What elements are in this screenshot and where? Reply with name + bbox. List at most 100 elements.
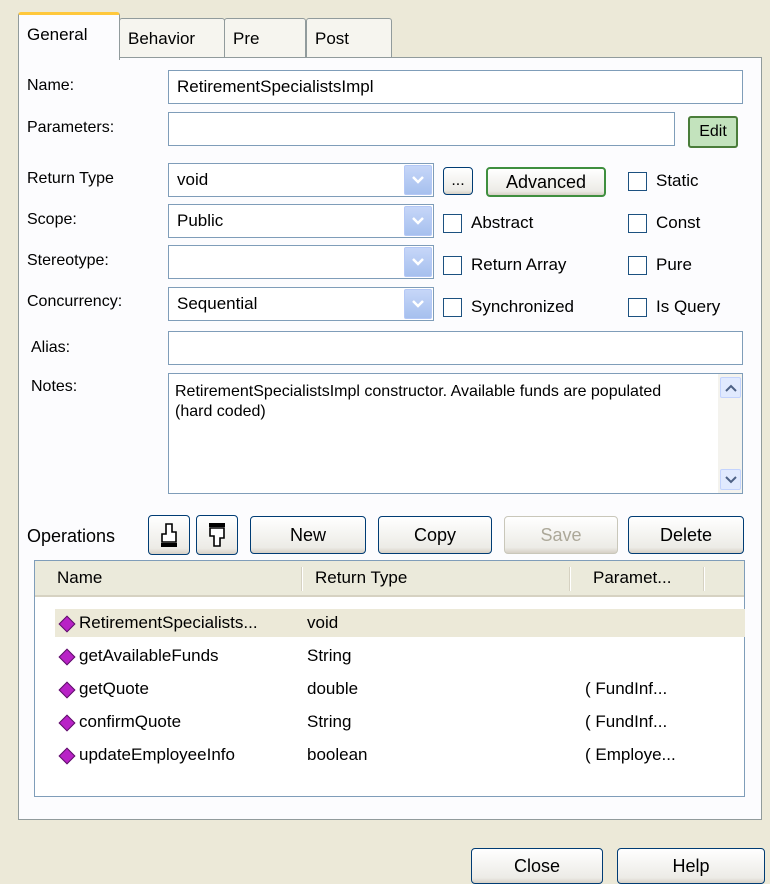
name-label: Name:	[27, 77, 75, 94]
scroll-down-button[interactable]	[720, 469, 741, 490]
delete-operation-button[interactable]: Delete	[628, 516, 744, 554]
row-return-type: double	[307, 679, 359, 698]
browse-return-type-button[interactable]: ...	[443, 167, 473, 195]
chevron-down-icon	[412, 258, 424, 266]
scope-dropdown-button[interactable]	[404, 206, 432, 236]
stereotype-combo[interactable]	[168, 245, 434, 279]
parameters-field[interactable]	[168, 112, 675, 146]
alias-label: Alias:	[31, 339, 71, 356]
is-query-label: Is Query	[656, 297, 721, 316]
row-return-type: boolean	[307, 745, 368, 764]
const-checkbox[interactable]	[628, 214, 647, 233]
copy-operation-button[interactable]: Copy	[378, 516, 492, 554]
row-return-type: void	[307, 613, 339, 632]
close-button[interactable]: Close	[471, 848, 603, 884]
row-name: RetirementSpecialists...	[79, 613, 258, 632]
operations-list[interactable]: Name Return Type Paramet... RetirementSp…	[34, 560, 745, 797]
synchronized-checkbox[interactable]	[443, 298, 462, 317]
stereotype-dropdown-button[interactable]	[404, 247, 432, 277]
tab-pre-label: Pre	[233, 29, 260, 48]
table-row[interactable]: RetirementSpecialists... void	[55, 609, 745, 637]
abstract-label: Abstract	[471, 213, 534, 232]
return-type-label: Return Type	[27, 170, 114, 187]
table-row[interactable]: confirmQuote String ( FundInf...	[55, 708, 745, 736]
return-array-label: Return Array	[471, 255, 567, 274]
notes-label: Notes:	[31, 378, 78, 395]
table-row[interactable]: getQuote double ( FundInf...	[55, 675, 745, 703]
chevron-down-icon	[412, 300, 424, 308]
operation-diamond-icon	[58, 648, 76, 666]
operation-diamond-icon	[58, 714, 76, 732]
notes-scrollbar[interactable]	[718, 374, 742, 493]
row-parameters: ( FundInf...	[585, 679, 668, 698]
tab-behavior-label: Behavior	[128, 29, 196, 48]
abstract-checkbox[interactable]	[443, 214, 462, 233]
operation-diamond-icon	[58, 615, 76, 633]
scroll-up-button[interactable]	[720, 377, 741, 398]
move-down-button[interactable]	[196, 515, 238, 555]
hand-up-icon	[161, 523, 177, 547]
alias-field[interactable]	[168, 331, 743, 365]
row-parameters: ( FundInf...	[585, 712, 668, 731]
move-up-button[interactable]	[148, 515, 190, 555]
concurrency-value: Sequential	[177, 294, 258, 313]
scope-label: Scope:	[27, 211, 77, 228]
help-button[interactable]: Help	[617, 848, 765, 884]
chevron-down-icon	[412, 176, 424, 184]
tab-pre[interactable]: Pre	[224, 18, 306, 58]
is-query-checkbox[interactable]	[628, 298, 647, 317]
save-operation-button[interactable]: Save	[504, 516, 618, 554]
operations-label: Operations	[27, 526, 116, 546]
const-label: Const	[656, 213, 701, 232]
concurrency-dropdown-button[interactable]	[404, 289, 432, 319]
chevron-down-icon	[724, 475, 737, 483]
table-row[interactable]: getAvailableFunds String	[55, 642, 745, 670]
tab-post[interactable]: Post	[306, 18, 392, 58]
chevron-down-icon	[412, 217, 424, 225]
notes-text: RetirementSpecialistsImpl constructor. A…	[175, 383, 662, 420]
hand-down-icon	[209, 523, 225, 547]
scope-combo[interactable]: Public	[168, 204, 434, 238]
stereotype-label: Stereotype:	[27, 252, 109, 269]
edit-parameters-button[interactable]: Edit	[688, 116, 738, 148]
column-separator[interactable]	[703, 567, 705, 591]
tab-post-label: Post	[315, 29, 350, 48]
tab-general-label: General	[27, 25, 88, 44]
return-type-combo[interactable]: void	[168, 163, 434, 197]
concurrency-combo[interactable]: Sequential	[168, 287, 434, 321]
row-name: updateEmployeeInfo	[79, 745, 235, 764]
column-separator[interactable]	[301, 567, 303, 591]
return-type-value: void	[177, 170, 209, 189]
tab-general[interactable]: General	[18, 12, 120, 60]
column-header-parameters[interactable]: Paramet...	[593, 568, 671, 588]
column-header-return-type[interactable]: Return Type	[315, 568, 407, 588]
operation-diamond-icon	[58, 747, 76, 765]
return-array-checkbox[interactable]	[443, 256, 462, 275]
row-return-type: String	[307, 712, 352, 731]
tab-behavior[interactable]: Behavior	[119, 18, 225, 58]
pure-checkbox[interactable]	[628, 256, 647, 275]
column-header-name[interactable]: Name	[57, 568, 102, 588]
chevron-up-icon	[724, 384, 737, 392]
operations-list-header: Name Return Type Paramet...	[35, 561, 744, 597]
pure-label: Pure	[656, 255, 692, 274]
static-checkbox[interactable]	[628, 172, 647, 191]
table-row[interactable]: updateEmployeeInfo boolean ( Employe...	[55, 741, 745, 769]
name-field[interactable]: RetirementSpecialistsImpl	[168, 70, 743, 104]
row-name: getQuote	[79, 679, 149, 698]
scope-value: Public	[177, 211, 224, 230]
advanced-button[interactable]: Advanced	[486, 167, 606, 197]
return-type-dropdown-button[interactable]	[404, 165, 432, 195]
row-name: confirmQuote	[79, 712, 182, 731]
notes-textarea[interactable]: RetirementSpecialistsImpl constructor. A…	[168, 373, 743, 494]
synchronized-label: Synchronized	[471, 297, 575, 316]
concurrency-label: Concurrency:	[27, 293, 123, 310]
row-return-type: String	[307, 646, 352, 665]
operation-diamond-icon	[58, 681, 76, 699]
column-separator[interactable]	[569, 567, 571, 591]
row-name: getAvailableFunds	[79, 646, 219, 665]
parameters-label: Parameters:	[27, 119, 115, 136]
new-operation-button[interactable]: New	[250, 516, 366, 554]
static-label: Static	[656, 171, 699, 190]
row-parameters: ( Employe...	[585, 745, 676, 764]
